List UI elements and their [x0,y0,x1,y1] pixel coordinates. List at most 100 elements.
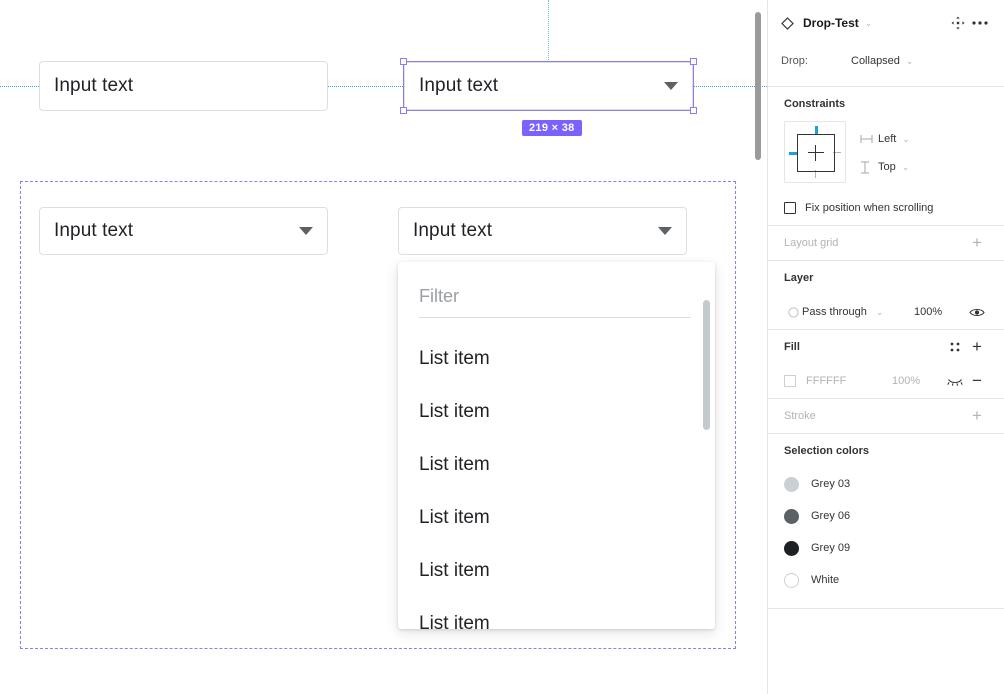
more-options-icon[interactable] [969,12,991,34]
input-text-label: Input text [419,75,499,96]
layer-section: Layer Pass through ⌄ 100% [768,261,1004,330]
color-swatch[interactable] [784,476,799,492]
section-title: Fill [784,341,800,353]
input-text-label: Input text [54,75,134,96]
section-title: Selection colors [784,445,869,457]
checkbox[interactable] [784,202,796,214]
input-text-label: Input text [413,220,493,241]
chevron-down-icon [658,227,672,235]
input-text-field-1[interactable]: Input text [39,61,328,111]
color-label: Grey 06 [811,510,851,522]
fill-row: FFFFFF 100% − [784,364,988,398]
constraints-dropdowns: Left ⌄ Top ⌄ [846,121,988,181]
add-layout-grid-icon[interactable]: + [966,232,988,254]
constraints-center-h [808,152,824,153]
list-item[interactable]: List item [419,544,715,597]
design-canvas[interactable]: Input text Input text 219 × 38 Input tex… [0,0,767,694]
chevron-down-icon: ⌄ [902,133,910,144]
four-dot-grid-icon[interactable] [944,336,966,358]
dropdown-popup[interactable]: Filter List item List item List item Lis… [398,262,715,629]
chevron-down-icon[interactable]: ⌄ [865,18,873,29]
selection-size-badge: 219 × 38 [522,120,582,136]
color-label: White [811,574,840,586]
filter-input[interactable]: Filter [419,286,691,318]
constraint-tick-left[interactable] [789,151,797,155]
component-diamond-icon [781,16,794,30]
input-text-label: Input text [54,220,134,241]
fill-hex-input[interactable]: FFFFFF [806,375,892,387]
chevron-down-icon: ⌄ [901,161,910,172]
color-label: Grey 09 [811,542,851,554]
eye-icon[interactable] [966,301,988,323]
stroke-header: Stroke + [784,399,988,433]
add-stroke-icon[interactable]: + [966,405,988,427]
dropdown-list: List item List item List item List item … [419,332,715,630]
section-title: Layer [784,272,814,284]
canvas-vertical-scrollbar[interactable] [755,12,761,160]
section-title: Constraints [784,98,846,110]
constraint-tick-top[interactable] [814,126,818,134]
selection-color-row[interactable]: White [784,564,988,596]
section-title: Stroke [784,410,816,422]
property-value-dropdown[interactable]: Collapsed ⌄ [851,55,913,67]
chevron-down-icon [299,227,313,235]
selection-color-row[interactable]: Grey 03 [784,468,988,500]
layer-header: Layer [784,261,988,295]
panel-header: Drop-Test ⌄ [768,0,1004,46]
color-label: Grey 03 [811,478,851,490]
constraints-body: Left ⌄ Top ⌄ [784,121,988,191]
blend-mode-dropdown[interactable]: Pass through ⌄ [802,306,914,318]
figma-editor-window: Input text Input text 219 × 38 Input tex… [0,0,1004,694]
layer-blend-row: Pass through ⌄ 100% [784,295,988,329]
selection-colors-header: Selection colors [784,434,988,468]
list-item[interactable]: List item [419,385,715,438]
list-item[interactable]: List item [419,597,715,630]
chevron-down-icon: ⌄ [875,307,884,317]
list-item[interactable]: List item [419,491,715,544]
component-property-drop: Drop: Collapsed ⌄ [768,46,1004,76]
layer-opacity-input[interactable]: 100% [914,306,966,318]
chevron-down-icon [664,82,678,90]
fill-section: Fill + FFFFFF 100% − [768,330,1004,399]
stroke-section: Stroke + [768,399,1004,434]
fill-opacity-input[interactable]: 100% [892,375,944,387]
color-swatch[interactable] [784,572,799,588]
fill-color-swatch[interactable] [784,375,796,387]
component-properties-section: Drop: Collapsed ⌄ [768,46,1004,87]
constraint-horizontal-label: Left [878,133,897,145]
fix-position-label: Fix position when scrolling [805,202,934,214]
constraint-horizontal-dropdown[interactable]: Left ⌄ [860,125,988,153]
alignment-guide-vertical [548,0,549,60]
blend-mode-label: Pass through [802,306,867,318]
constraint-vertical-label: Top [878,161,896,173]
list-item[interactable]: List item [419,438,715,491]
panel-title: Drop-Test [803,16,859,30]
dropdown-field-2[interactable]: Input text [39,207,328,255]
chevron-down-icon: ⌄ [905,55,914,66]
move-resize-icon[interactable] [947,12,969,34]
list-item[interactable]: List item [419,332,715,385]
constraint-vertical-dropdown[interactable]: Top ⌄ [860,153,988,181]
add-fill-icon[interactable]: + [966,336,988,358]
constraints-section: Constraints Left ⌄ Top ⌄ Fix position wh… [768,87,1004,226]
selection-color-row[interactable]: Grey 09 [784,532,988,564]
horizontal-constraint-icon [860,134,878,144]
constraints-header: Constraints [784,87,988,121]
color-swatch[interactable] [784,508,799,524]
dropdown-field-3-open[interactable]: Input text [398,207,687,255]
property-value-label: Collapsed [851,55,900,67]
remove-fill-icon[interactable]: − [966,370,988,392]
section-title: Layout grid [784,237,839,249]
fix-position-checkbox-row[interactable]: Fix position when scrolling [784,191,988,225]
constraints-inner-box [797,134,835,172]
selection-colors-section: Selection colors Grey 03 Grey 06 Grey 09… [768,434,1004,609]
selection-color-row[interactable]: Grey 06 [784,500,988,532]
blend-mode-icon [784,306,802,318]
dropdown-field-selected[interactable]: Input text [404,62,693,110]
layout-grid-section: Layout grid + [768,226,1004,261]
constraints-widget[interactable] [784,121,846,183]
constraints-center-v [815,145,816,161]
color-swatch[interactable] [784,540,799,556]
eye-closed-icon[interactable] [944,370,966,392]
dropdown-scrollbar[interactable] [703,300,710,430]
